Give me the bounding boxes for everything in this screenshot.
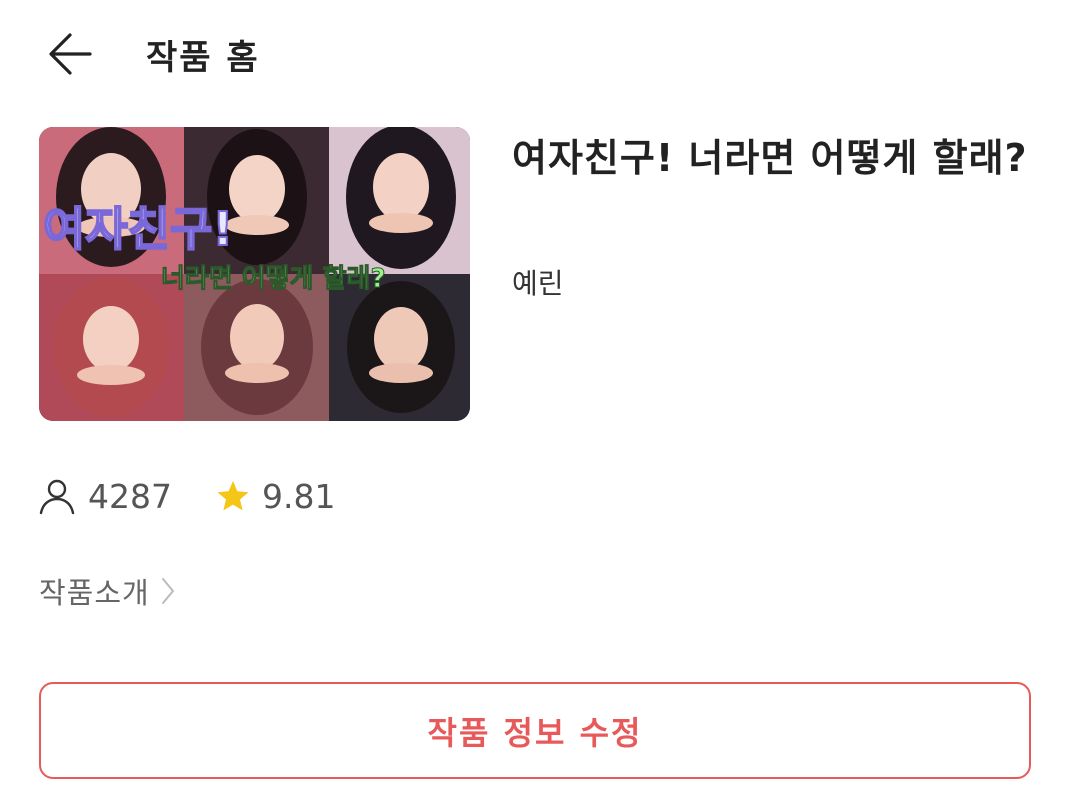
person-icon <box>39 479 75 515</box>
page-title: 작품 홈 <box>146 38 260 78</box>
views-stat: 4287 <box>38 477 172 516</box>
app-header: 작품 홈 <box>0 0 1076 110</box>
edit-work-info-button[interactable]: 작품 정보 수정 <box>39 682 1031 779</box>
stats-row: 4287 9.81 <box>38 472 379 520</box>
work-title: 여자친구! 너라면 어떻게 할래? <box>512 136 1028 180</box>
rating-stat: 9.81 <box>216 477 335 516</box>
cover-title-text: 여자친구! <box>43 202 233 256</box>
views-count: 4287 <box>88 476 172 516</box>
cover-image[interactable]: 여자친구! 너라면 어떻게 할래? <box>39 127 470 421</box>
chevron-right-icon <box>161 578 174 604</box>
rating-value: 9.81 <box>261 476 336 516</box>
edit-button-label: 작품 정보 수정 <box>427 713 643 752</box>
star-icon <box>217 481 249 511</box>
back-arrow-icon <box>49 33 92 75</box>
back-button[interactable] <box>40 26 100 82</box>
author-name[interactable]: 예린 <box>512 262 564 302</box>
cover-collage-image: 여자친구! 너라면 어떻게 할래? <box>39 127 470 421</box>
work-intro-link[interactable]: 작품소개 <box>39 570 176 612</box>
intro-label: 작품소개 <box>39 576 150 610</box>
cover-subtitle-text: 너라면 어떻게 할래? <box>161 264 386 294</box>
